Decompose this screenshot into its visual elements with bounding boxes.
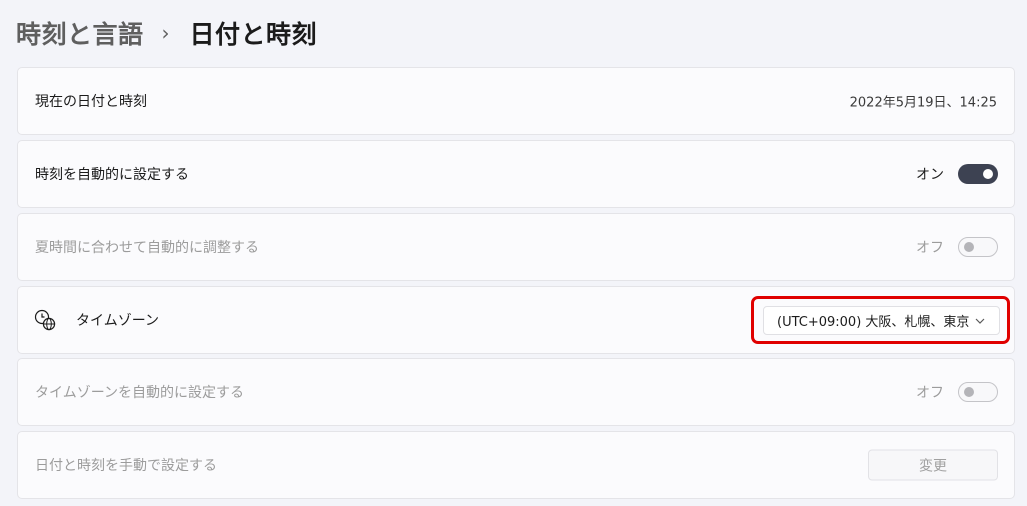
- auto-timezone-toggle[interactable]: [958, 382, 998, 402]
- breadcrumb-parent-link[interactable]: 時刻と言語: [16, 15, 144, 51]
- change-button[interactable]: 変更: [868, 449, 998, 481]
- manual-datetime-label: 日付と時刻を手動で設定する: [35, 458, 217, 474]
- chevron-right-icon: ›: [161, 21, 170, 45]
- timezone-dropdown[interactable]: (UTC+09:00) 大阪、札幌、東京: [763, 306, 1000, 335]
- auto-timezone-label: タイムゾーンを自動的に設定する: [35, 385, 245, 401]
- clock-globe-icon: [34, 309, 56, 331]
- auto-time-toggle[interactable]: [958, 164, 998, 184]
- date-time-settings-page: 時刻と言語 › 日付と時刻 現在の日付と時刻 2022年5月19日、14:25 …: [0, 0, 1027, 506]
- dst-card: 夏時間に合わせて自動的に調整する オフ: [17, 213, 1015, 281]
- page-title: 日付と時刻: [189, 20, 318, 49]
- auto-time-state-label: オン: [916, 167, 944, 183]
- dst-toggle-group: オフ: [916, 237, 998, 257]
- current-datetime-label: 現在の日付と時刻: [35, 94, 147, 110]
- chevron-down-icon: [975, 318, 985, 324]
- timezone-selected-value: (UTC+09:00) 大阪、札幌、東京: [777, 315, 970, 330]
- timezone-label: タイムゾーン: [76, 313, 160, 329]
- auto-time-toggle-group: オン: [916, 164, 998, 184]
- auto-timezone-card: タイムゾーンを自動的に設定する オフ: [17, 358, 1015, 426]
- auto-timezone-toggle-group: オフ: [916, 382, 998, 402]
- current-datetime-value: 2022年5月19日、14:25: [849, 95, 997, 111]
- auto-time-label: 時刻を自動的に設定する: [35, 167, 189, 183]
- manual-datetime-card: 日付と時刻を手動で設定する 変更: [17, 431, 1015, 499]
- breadcrumb: 時刻と言語 › 日付と時刻: [16, 14, 317, 52]
- current-datetime-card: 現在の日付と時刻 2022年5月19日、14:25: [17, 67, 1015, 135]
- auto-time-card: 時刻を自動的に設定する オン: [17, 140, 1015, 208]
- auto-timezone-state-label: オフ: [916, 385, 944, 401]
- toggle-knob: [964, 242, 974, 252]
- dst-label: 夏時間に合わせて自動的に調整する: [35, 240, 259, 256]
- toggle-knob: [983, 169, 993, 179]
- dst-toggle[interactable]: [958, 237, 998, 257]
- toggle-knob: [964, 387, 974, 397]
- dst-state-label: オフ: [916, 240, 944, 256]
